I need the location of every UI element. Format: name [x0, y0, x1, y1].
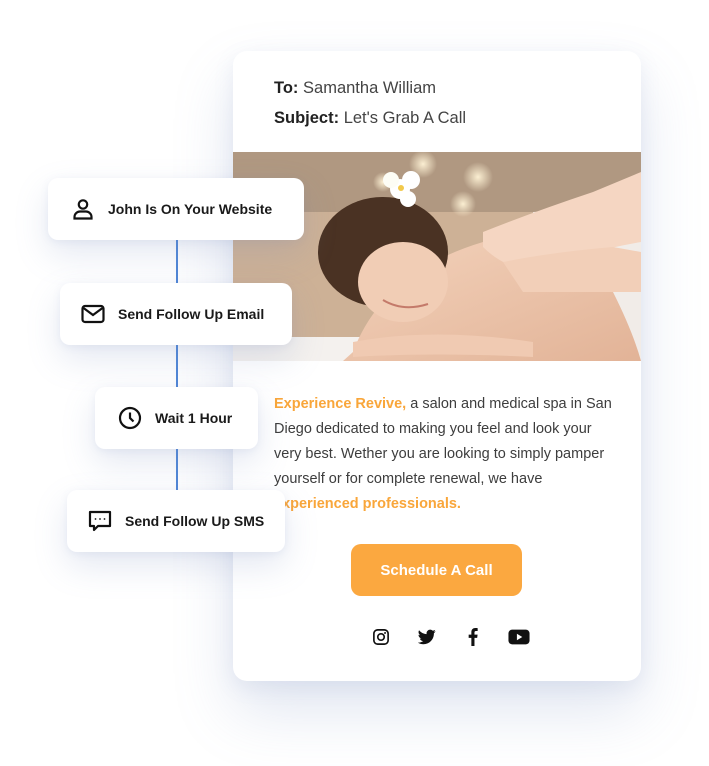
timeline-connector: [176, 449, 178, 491]
facebook-icon: [468, 628, 478, 646]
to-value: Samantha William: [303, 79, 436, 97]
workflow-step-follow-up-sms[interactable]: Send Follow Up SMS: [67, 490, 285, 552]
sms-chat-icon: [87, 508, 113, 534]
user-icon: [70, 196, 96, 222]
email-to-row: To: Samantha William: [274, 77, 466, 107]
youtube-link[interactable]: [496, 626, 542, 648]
highlight-brand: Experience Revive,: [274, 396, 407, 412]
email-preview-card: To: Samantha William Subject: Let's Grab…: [233, 51, 641, 681]
instagram-icon: [373, 629, 389, 645]
email-subject-row: Subject: Let's Grab A Call: [274, 107, 466, 137]
clock-icon: [117, 405, 143, 431]
timeline-connector: [176, 345, 178, 388]
timeline-connector: [176, 240, 178, 284]
subject-label: Subject:: [274, 109, 340, 127]
youtube-icon: [508, 629, 530, 645]
to-label: To:: [274, 79, 299, 97]
twitter-icon: [418, 629, 436, 645]
email-body-text: Experience Revive, a salon and medical s…: [274, 392, 614, 517]
step-label: Send Follow Up SMS: [125, 513, 265, 529]
instagram-link[interactable]: [358, 626, 404, 648]
social-links: [358, 626, 542, 648]
workflow-step-wait[interactable]: Wait 1 Hour: [95, 387, 258, 449]
subject-value: Let's Grab A Call: [343, 109, 467, 127]
email-header: To: Samantha William Subject: Let's Grab…: [274, 77, 466, 137]
schedule-call-button[interactable]: Schedule A Call: [351, 544, 522, 596]
mail-icon: [80, 301, 106, 327]
step-label: John Is On Your Website: [108, 201, 273, 217]
facebook-link[interactable]: [450, 626, 496, 648]
workflow-step-website-visit[interactable]: John Is On Your Website: [48, 178, 304, 240]
step-label: Send Follow Up Email: [118, 306, 265, 322]
twitter-link[interactable]: [404, 626, 450, 648]
highlight-professionals: experienced professionals.: [274, 496, 461, 512]
workflow-step-follow-up-email[interactable]: Send Follow Up Email: [60, 283, 292, 345]
step-label: Wait 1 Hour: [155, 410, 233, 426]
